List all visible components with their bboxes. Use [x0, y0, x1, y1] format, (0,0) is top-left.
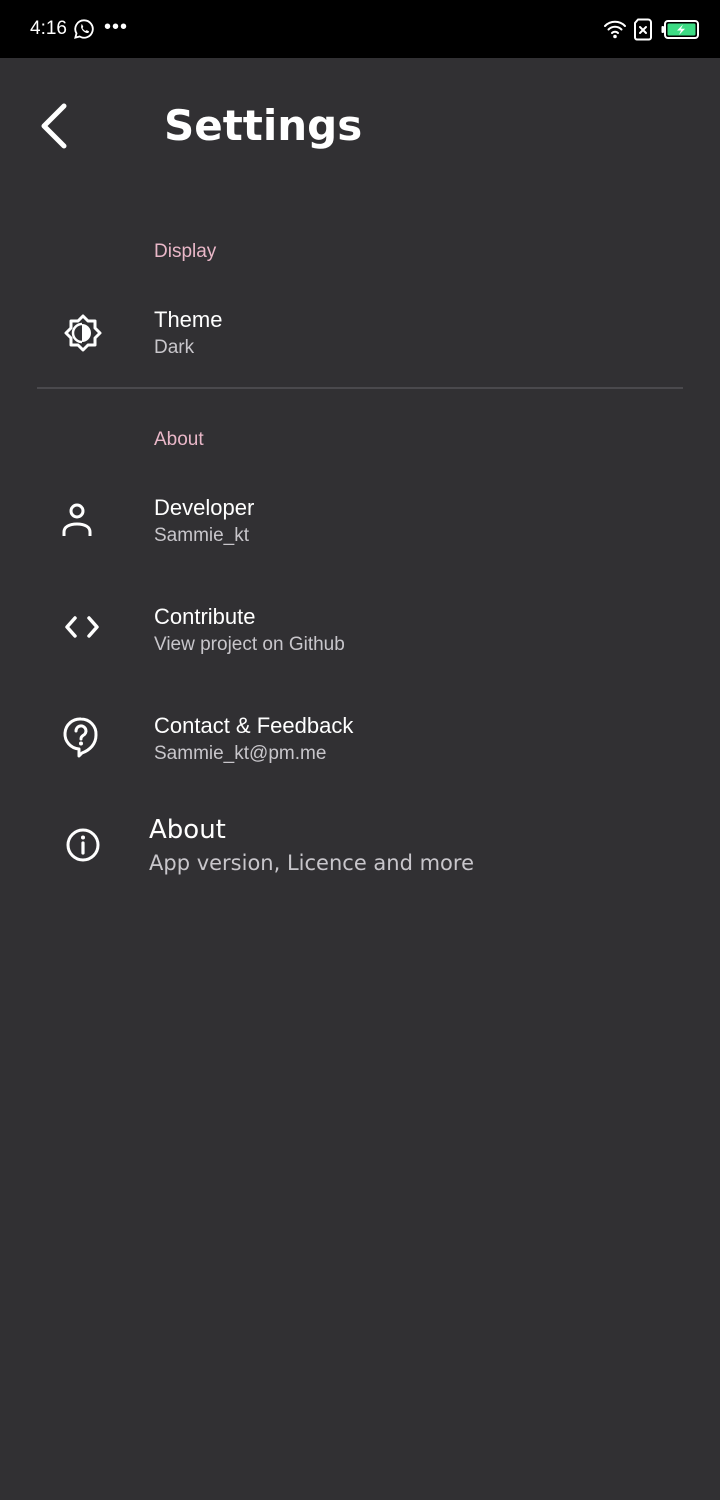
pref-title: Developer: [154, 495, 255, 520]
pref-contribute[interactable]: Contribute View project on Github: [0, 593, 720, 669]
pref-summary: View project on Github: [154, 634, 345, 655]
pref-developer[interactable]: Developer Sammie_kt: [0, 484, 720, 560]
pref-contact-feedback[interactable]: Contact & Feedback Sammie_kt@pm.me: [0, 702, 720, 778]
status-overflow-dots: •••: [104, 16, 129, 38]
info-icon: [66, 828, 100, 862]
section-header-display: Display: [154, 241, 217, 262]
pref-summary: App version, Licence and more: [149, 851, 474, 875]
help-chat-icon: [63, 717, 98, 758]
status-time: 4:16: [30, 18, 67, 39]
pref-summary: Sammie_kt: [154, 525, 250, 546]
whatsapp-icon: [74, 19, 94, 39]
status-bar: 4:16 •••: [0, 0, 720, 58]
code-icon: [65, 616, 99, 638]
battery-charging-icon: [661, 20, 699, 39]
pref-title: Contact & Feedback: [154, 713, 354, 738]
arrow-back-icon: [41, 103, 67, 149]
person-icon: [62, 503, 92, 536]
back-button[interactable]: [28, 98, 82, 154]
pref-title: Theme: [154, 307, 223, 332]
pref-summary: Sammie_kt@pm.me: [154, 743, 327, 764]
wifi-icon: [604, 20, 626, 39]
section-divider: [37, 387, 683, 389]
brightness-auto-icon: [64, 314, 102, 352]
pref-about[interactable]: About App version, Licence and more: [0, 810, 720, 890]
sim-card-icon: [634, 18, 652, 41]
section-header-about: About: [154, 429, 204, 450]
pref-title: Contribute: [154, 604, 256, 629]
pref-summary: Dark: [154, 337, 195, 358]
pref-title: About: [149, 815, 226, 845]
page-title: Settings: [164, 101, 363, 150]
pref-theme[interactable]: Theme Dark: [0, 296, 720, 372]
